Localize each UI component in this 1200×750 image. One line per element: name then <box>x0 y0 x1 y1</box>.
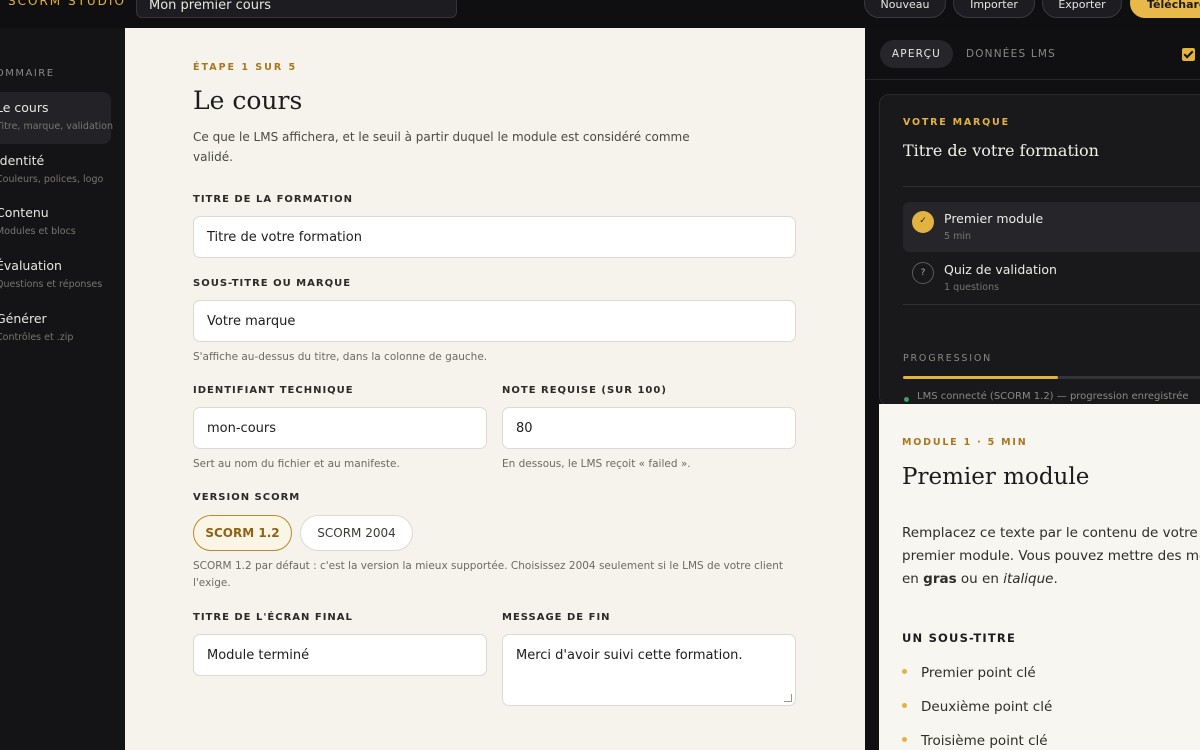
bold-text: gras <box>923 571 957 587</box>
sidebar-heading: SOMMAIRE <box>0 68 55 79</box>
sidebar-item-title: Identité <box>0 153 45 168</box>
export-button[interactable]: Exporter <box>1042 0 1122 18</box>
module-subheading: UN SOUS-TITRE <box>902 631 1017 645</box>
resize-grip-icon[interactable] <box>784 694 792 702</box>
sidebar-item-subtitle: Couleurs, polices, logo <box>0 174 104 185</box>
course-title-label: TITRE DE LA FORMATION <box>193 194 353 205</box>
end-message-label: MESSAGE DE FIN <box>502 612 611 623</box>
bullet-text: Premier point clé <box>921 665 1036 681</box>
preview-course-card: VOTRE MARQUE Titre de votre formation ✓ … <box>879 94 1200 406</box>
preview-tabs: APERÇU DONNÉES LMS <box>865 28 1200 80</box>
tab-lms-data[interactable]: DONNÉES LMS <box>961 40 1061 68</box>
sidebar-item-identity[interactable]: Identité Couleurs, polices, logo <box>0 145 111 197</box>
subtitle-label: SOUS-TITRE OU MARQUE <box>193 278 352 289</box>
bullet-item: Premier point clé <box>902 665 1036 681</box>
sidebar: SOMMAIRE Le cours Titre, marque, validat… <box>0 28 125 750</box>
check-icon: ✓ <box>912 211 934 233</box>
version-label: VERSION SCORM <box>193 492 301 503</box>
course-form: ÉTAPE 1 SUR 5 Le cours Ce que le LMS aff… <box>125 28 865 750</box>
preview-course-title: Titre de votre formation <box>903 141 1099 160</box>
divider <box>903 304 1200 305</box>
module-title: Premier module <box>944 211 1044 226</box>
scorm-12-option[interactable]: SCORM 1.2 <box>193 515 292 551</box>
version-help: SCORM 1.2 par défaut : c'est la version … <box>193 560 783 589</box>
preview-module-content: MODULE 1 · 5 MIN Premier module Remplace… <box>879 404 1200 750</box>
sidebar-item-course[interactable]: Le cours Titre, marque, validation <box>0 92 113 144</box>
sidebar-item-subtitle: Titre, marque, validation <box>0 121 113 132</box>
step-indicator: ÉTAPE 1 SUR 5 <box>193 62 298 73</box>
sidebar-item-subtitle: Contrôles et .zip <box>0 332 74 343</box>
module-title: Quiz de validation <box>944 262 1057 277</box>
checkbox-icon[interactable] <box>1182 48 1195 61</box>
subtitle-help: S'affiche au-dessus du titre, dans la co… <box>193 351 488 363</box>
sidebar-item-title: Contenu <box>0 205 49 220</box>
sidebar-item-content[interactable]: Contenu Modules et blocs <box>0 197 111 249</box>
top-bar: SCORM STUDIO Mon premier cours Nouveau I… <box>0 0 1200 28</box>
end-message-text: Merci d'avoir suivi cette formation. <box>516 648 743 663</box>
bullet-icon <box>902 668 907 674</box>
sidebar-item-generate[interactable]: Générer Contrôles et .zip <box>0 303 111 355</box>
progress-label: PROGRESSION <box>903 353 993 364</box>
module-body-line: premier module. Vous pouvez mettre des m… <box>902 548 1200 564</box>
bullet-icon <box>902 736 907 742</box>
app-brand: SCORM STUDIO <box>8 0 126 8</box>
module-body: Remplacez ce texte par le contenu de vot… <box>902 522 1200 591</box>
sidebar-item-evaluation[interactable]: Évaluation Questions et réponses <box>0 250 111 302</box>
identifier-help: Sert au nom du fichier et au manifeste. <box>193 458 400 470</box>
identifier-input[interactable]: mon-cours <box>193 407 487 449</box>
bullet-item: Troisième point clé <box>902 733 1048 749</box>
status-dot-icon <box>904 397 909 402</box>
progress-fill <box>903 376 1058 379</box>
module-item-quiz[interactable]: ? Quiz de validation 1 questions <box>903 253 1200 303</box>
final-title-label: TITRE DE L'ÉCRAN FINAL <box>193 612 353 623</box>
progress-bar <box>903 376 1200 379</box>
sidebar-item-title: Évaluation <box>0 258 62 273</box>
import-button[interactable]: Importer <box>953 0 1035 18</box>
course-name-input[interactable]: Mon premier cours <box>136 0 457 18</box>
score-input[interactable]: 80 <box>502 407 796 449</box>
sidebar-item-subtitle: Questions et réponses <box>0 279 103 290</box>
identifier-label: IDENTIFIANT TECHNIQUE <box>193 385 354 396</box>
preview-panel: APERÇU DONNÉES LMS VOTRE MARQUE Titre de… <box>865 28 1200 750</box>
final-title-input[interactable]: Module terminé <box>193 634 487 676</box>
lms-status: LMS connecté (SCORM 1.2) — progression e… <box>917 391 1189 402</box>
preview-brand: VOTRE MARQUE <box>903 117 1010 128</box>
module-meta: MODULE 1 · 5 MIN <box>902 437 1028 448</box>
bullet-icon <box>902 702 907 708</box>
text-run: ou en <box>956 571 1004 587</box>
italic-text: italique <box>1003 571 1054 587</box>
end-message-textarea[interactable]: Merci d'avoir suivi cette formation. <box>502 634 796 706</box>
module-question-count: 1 questions <box>944 282 1000 293</box>
bullet-text: Troisième point clé <box>921 733 1048 749</box>
module-item-first[interactable]: ✓ Premier module 5 min <box>903 202 1200 252</box>
divider <box>903 186 1200 187</box>
sidebar-item-subtitle: Modules et blocs <box>0 226 76 237</box>
new-button[interactable]: Nouveau <box>864 0 946 18</box>
module-heading: Premier module <box>902 464 1090 490</box>
module-body-line: Remplacez ce texte par le contenu de vot… <box>902 525 1198 541</box>
bullet-item: Deuxième point clé <box>902 699 1052 715</box>
sidebar-item-title: Le cours <box>0 100 49 115</box>
subtitle-input[interactable]: Votre marque <box>193 300 796 342</box>
score-help: En dessous, le LMS reçoit « failed ». <box>502 458 691 470</box>
question-icon: ? <box>912 262 934 284</box>
bullet-text: Deuxième point clé <box>921 699 1053 715</box>
page-title: Le cours <box>193 86 303 115</box>
scorm-2004-option[interactable]: SCORM 2004 <box>300 515 413 551</box>
module-duration: 5 min <box>944 231 971 242</box>
module-body-line: en gras ou en italique. <box>902 568 1200 591</box>
download-button[interactable]: Télécharger <box>1130 0 1200 18</box>
course-title-input[interactable]: Titre de votre formation <box>193 216 796 258</box>
text-run: en <box>902 571 924 587</box>
score-label: NOTE REQUISE (SUR 100) <box>502 385 667 396</box>
sidebar-item-title: Générer <box>0 311 47 326</box>
page-description: Ce que le LMS affichera, et le seuil à p… <box>193 130 690 164</box>
text-run: . <box>1053 571 1058 587</box>
tab-preview[interactable]: APERÇU <box>880 40 953 68</box>
